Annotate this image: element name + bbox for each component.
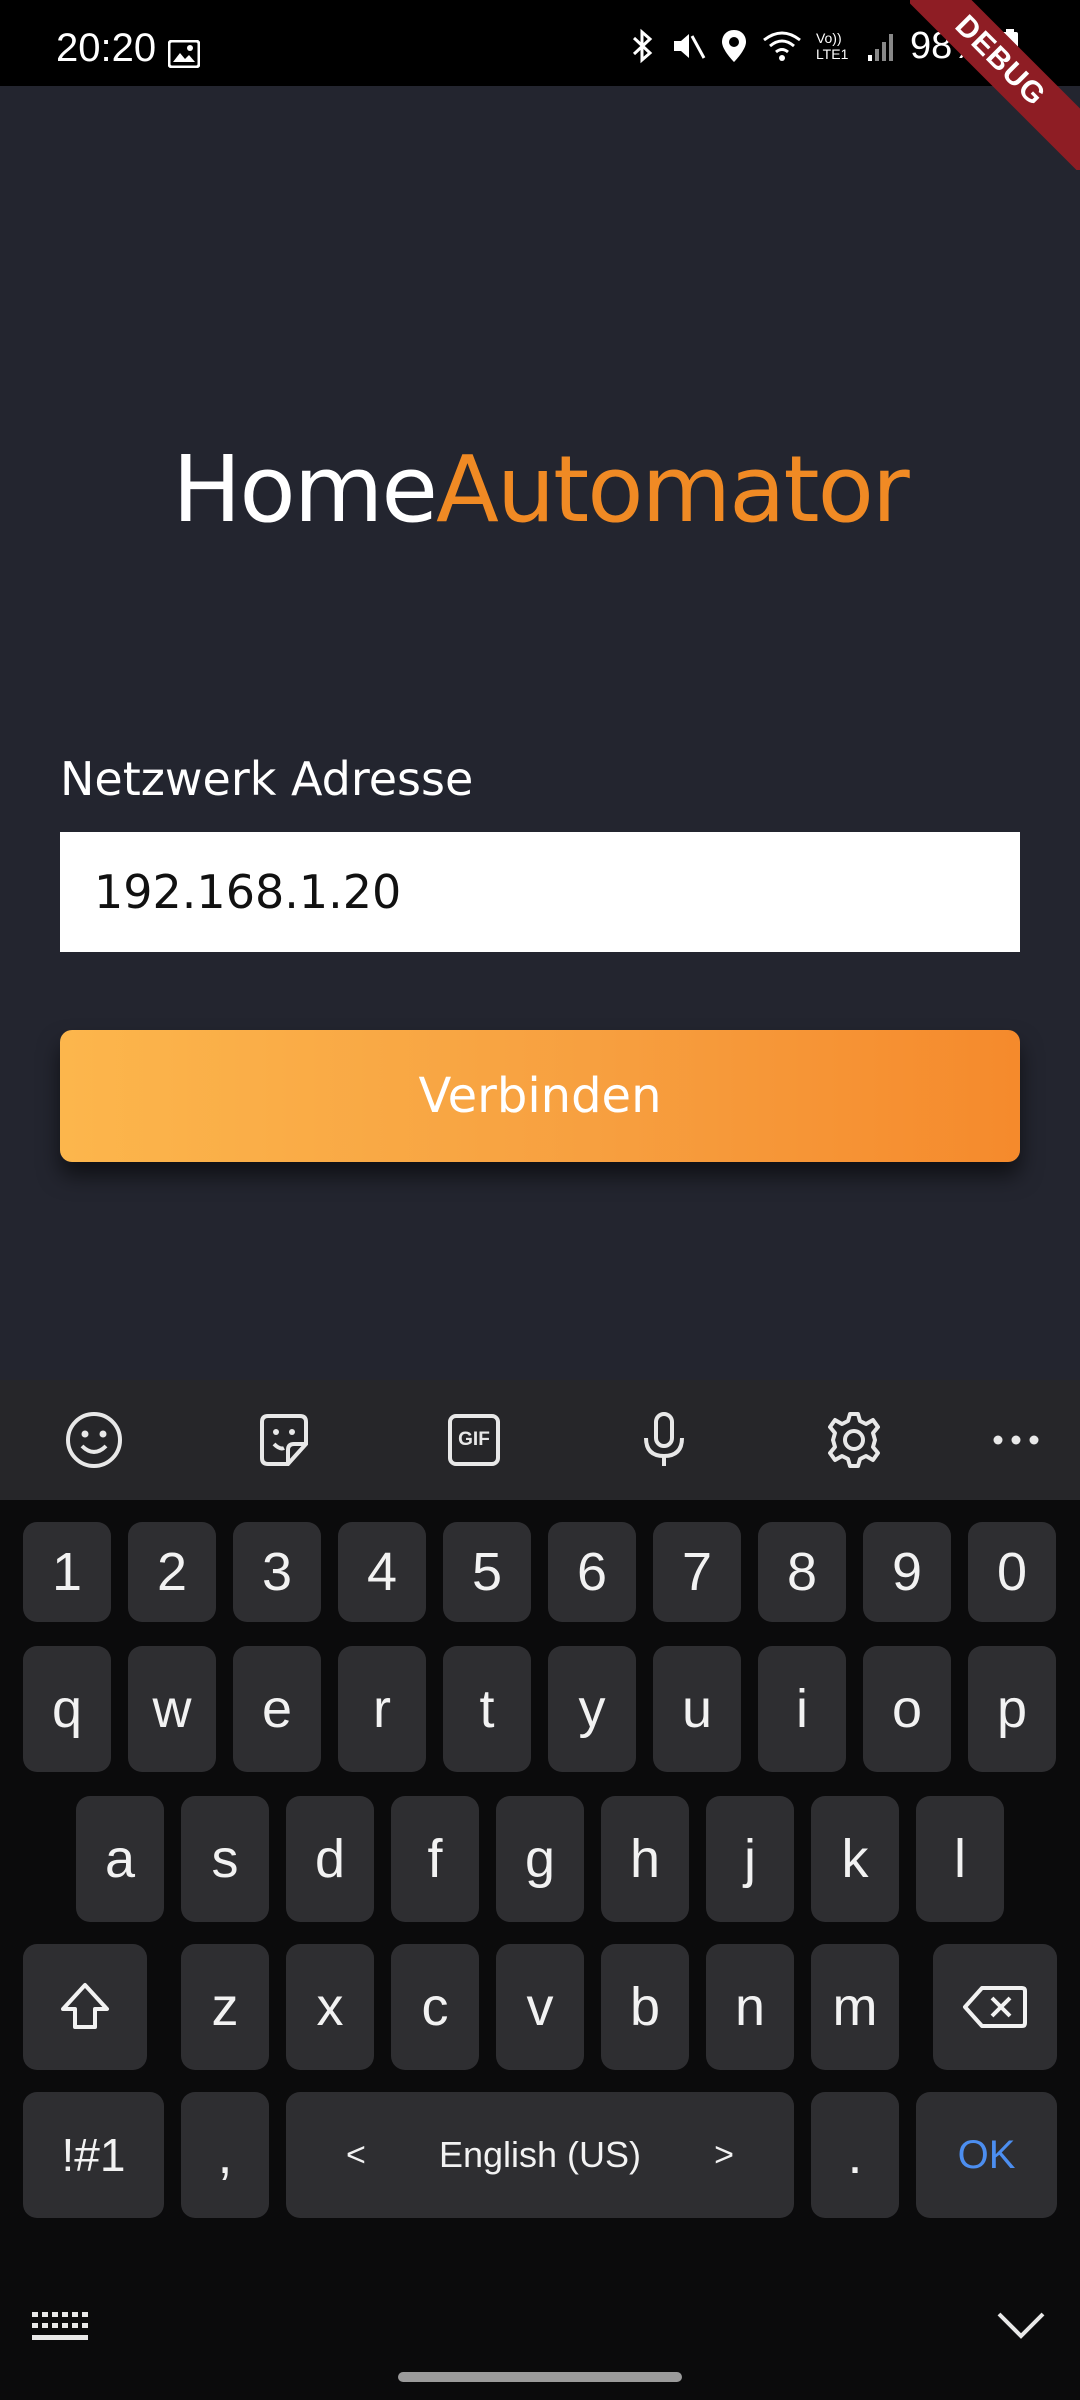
more-icon[interactable]: [984, 1408, 1048, 1472]
signal-icon: [867, 34, 893, 61]
mute-icon: [673, 34, 706, 59]
ok-key[interactable]: OK: [916, 2092, 1057, 2218]
key-b[interactable]: b: [601, 1944, 689, 2070]
key-e[interactable]: e: [233, 1646, 321, 1772]
key-n[interactable]: n: [706, 1944, 794, 2070]
space-bar[interactable]: < English (US) >: [286, 2092, 794, 2218]
app-title-automator: Automator: [435, 436, 910, 543]
app-title-home: Home: [172, 436, 438, 543]
key-7[interactable]: 7: [653, 1522, 741, 1622]
address-input[interactable]: [60, 832, 1020, 952]
key-a[interactable]: a: [76, 1796, 164, 1922]
key-d[interactable]: d: [286, 1796, 374, 1922]
space-left-arrow: <: [346, 2136, 366, 2174]
navigation-handle[interactable]: [398, 2372, 682, 2382]
key-k[interactable]: k: [811, 1796, 899, 1922]
key-9[interactable]: 9: [863, 1522, 951, 1622]
address-label: Netzwerk Adresse: [60, 752, 474, 806]
image-icon: [168, 40, 200, 68]
key-r[interactable]: r: [338, 1646, 426, 1772]
key-j[interactable]: j: [706, 1796, 794, 1922]
backspace-icon: [963, 1986, 1027, 2028]
key-q[interactable]: q: [23, 1646, 111, 1772]
period-key[interactable]: .: [811, 2092, 899, 2218]
comma-key[interactable]: ,: [181, 2092, 269, 2218]
gif-icon[interactable]: GIF: [442, 1408, 506, 1472]
location-icon: [721, 30, 746, 62]
keyboard-switch-icon[interactable]: [30, 2310, 90, 2346]
key-p[interactable]: p: [968, 1646, 1056, 1772]
bluetooth-icon: [632, 28, 653, 64]
keyboard: 1 2 3 4 5 6 7 8 9 0 q w e r t y u i o p …: [0, 1500, 1080, 2400]
key-8[interactable]: 8: [758, 1522, 846, 1622]
key-2[interactable]: 2: [128, 1522, 216, 1622]
key-x[interactable]: x: [286, 1944, 374, 2070]
space-language-label: English (US): [438, 2134, 642, 2175]
wifi-icon: [763, 31, 801, 61]
key-o[interactable]: o: [863, 1646, 951, 1772]
app-title: HomeAutomator: [0, 440, 1080, 540]
key-3[interactable]: 3: [233, 1522, 321, 1622]
backspace-key[interactable]: [933, 1944, 1057, 2070]
debug-banner: DEBUG: [910, 0, 1080, 170]
key-0[interactable]: 0: [968, 1522, 1056, 1622]
shift-key[interactable]: [23, 1944, 147, 2070]
connect-button[interactable]: Verbinden: [60, 1030, 1020, 1162]
debug-banner-container: DEBUG: [910, 0, 1080, 170]
hide-keyboard-icon[interactable]: [996, 2310, 1046, 2340]
key-w[interactable]: w: [128, 1646, 216, 1772]
key-h[interactable]: h: [601, 1796, 689, 1922]
key-l[interactable]: l: [916, 1796, 1004, 1922]
key-y[interactable]: y: [548, 1646, 636, 1772]
key-4[interactable]: 4: [338, 1522, 426, 1622]
key-u[interactable]: u: [653, 1646, 741, 1772]
symbols-key[interactable]: !#1: [23, 2092, 164, 2218]
settings-icon[interactable]: [822, 1408, 886, 1472]
key-6[interactable]: 6: [548, 1522, 636, 1622]
emoji-icon[interactable]: [62, 1408, 126, 1472]
gif-label: GIF: [448, 1414, 500, 1466]
shift-icon: [61, 1983, 109, 2029]
key-v[interactable]: v: [496, 1944, 584, 2070]
key-c[interactable]: c: [391, 1944, 479, 2070]
network-type-label: Vo)) LTE1: [815, 30, 849, 62]
space-right-arrow: >: [714, 2136, 734, 2174]
key-t[interactable]: t: [443, 1646, 531, 1772]
keyboard-toolbar: GIF: [0, 1380, 1080, 1500]
key-g[interactable]: g: [496, 1796, 584, 1922]
key-5[interactable]: 5: [443, 1522, 531, 1622]
sticker-icon[interactable]: [252, 1408, 316, 1472]
key-i[interactable]: i: [758, 1646, 846, 1772]
status-time: 20:20: [56, 26, 157, 70]
key-1[interactable]: 1: [23, 1522, 111, 1622]
key-m[interactable]: m: [811, 1944, 899, 2070]
key-s[interactable]: s: [181, 1796, 269, 1922]
key-f[interactable]: f: [391, 1796, 479, 1922]
key-z[interactable]: z: [181, 1944, 269, 2070]
microphone-icon[interactable]: [632, 1408, 696, 1472]
